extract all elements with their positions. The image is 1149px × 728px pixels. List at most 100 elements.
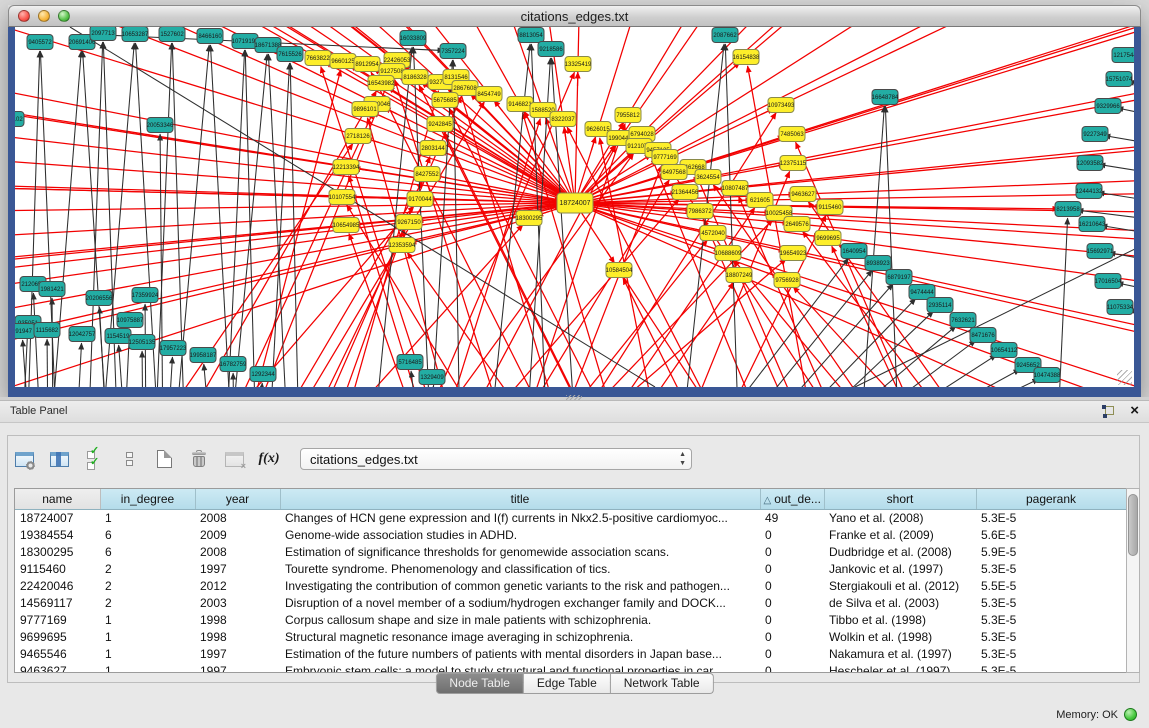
graph-node[interactable]: 7955812 xyxy=(615,108,641,123)
graph-node[interactable]: 9146821 xyxy=(507,97,533,112)
graph-node[interactable]: 10973493 xyxy=(768,98,795,113)
graph-node[interactable]: 10688609 xyxy=(715,246,742,261)
graph-node[interactable]: 8813054 xyxy=(518,28,544,43)
graph-node[interactable]: 12093582 xyxy=(1077,156,1104,171)
column-header-pagerank[interactable]: pagerank xyxy=(976,489,1126,509)
graph-node[interactable]: 9329966 xyxy=(1095,99,1121,114)
network-canvas[interactable]: 1872400718300295766382296601258912954224… xyxy=(15,27,1134,387)
graph-node[interactable]: 16154838 xyxy=(733,50,760,65)
column-chooser-icon[interactable] xyxy=(47,446,71,472)
graph-node[interactable]: 12353594 xyxy=(389,238,416,253)
column-header-name[interactable]: name xyxy=(15,489,100,509)
graph-node[interactable]: 12505135 xyxy=(129,335,156,350)
graph-node[interactable]: 1981421 xyxy=(39,282,65,297)
graph-node[interactable]: 9660125 xyxy=(330,54,356,69)
graph-node[interactable]: 2935114 xyxy=(927,298,953,313)
graph-node[interactable]: 15751074 xyxy=(1106,72,1133,87)
graph-node[interactable]: 7357224 xyxy=(440,44,466,59)
graph-node[interactable]: 391947 xyxy=(15,324,35,339)
graph-node[interactable]: 7615526 xyxy=(277,47,303,62)
graph-node[interactable]: 10474388 xyxy=(1034,368,1061,383)
table-row[interactable]: 977716911998Corpus callosum shape and si… xyxy=(15,611,1126,628)
tab-node-table[interactable]: Node Table xyxy=(435,673,524,694)
table-row[interactable]: 946554611997Estimation of the future num… xyxy=(15,645,1126,662)
graph-node[interactable]: 16543982 xyxy=(368,76,395,91)
column-header-short[interactable]: short xyxy=(824,489,976,509)
graph-node[interactable]: 8186328 xyxy=(402,70,428,85)
graph-node[interactable]: 10653287 xyxy=(122,27,149,42)
graph-node[interactable]: 6497568 xyxy=(661,165,687,180)
graph-node[interactable]: 11075334 xyxy=(1107,300,1134,315)
graph-node[interactable]: 19958187 xyxy=(190,348,217,363)
graph-node[interactable]: 15692971 xyxy=(1087,244,1114,259)
table-settings-icon[interactable] xyxy=(12,446,36,472)
graph-node[interactable]: 2053102 xyxy=(15,112,24,127)
graph-node[interactable]: 1640954 xyxy=(841,244,867,259)
graph-node[interactable]: 17957223 xyxy=(160,341,187,356)
graph-node[interactable]: 9756928 xyxy=(774,273,800,288)
graph-node[interactable]: 7663822 xyxy=(305,51,331,66)
table-row[interactable]: 2242004622012Investigating the contribut… xyxy=(15,577,1126,594)
graph-node[interactable]: 3624554 xyxy=(695,170,721,185)
table-row[interactable]: 1830029562008Estimation of significance … xyxy=(15,543,1126,560)
table-scrollbar-thumb[interactable] xyxy=(1128,494,1138,556)
graph-node[interactable]: 7986372 xyxy=(687,204,713,219)
graph-node[interactable]: 9405572 xyxy=(27,35,53,50)
new-table-icon[interactable] xyxy=(152,446,176,472)
graph-node[interactable]: 2803144 xyxy=(420,141,446,156)
function-builder-icon[interactable]: f(x) xyxy=(257,446,281,472)
graph-node[interactable]: 4572040 xyxy=(700,226,726,241)
graph-node[interactable]: 1527602 xyxy=(159,27,185,42)
column-header-in_degree[interactable]: in_degree xyxy=(100,489,195,509)
table-row[interactable]: 911546021997Tourette syndrome. Phenomeno… xyxy=(15,560,1126,577)
graph-node[interactable]: 8938923 xyxy=(865,256,891,271)
graph-node[interactable]: 2649576 xyxy=(784,217,810,232)
column-header-year[interactable]: year xyxy=(195,489,280,509)
graph-node[interactable]: 18300295 xyxy=(516,211,543,226)
graph-node[interactable]: 13325419 xyxy=(565,57,592,72)
graph-node[interactable]: 9267150 xyxy=(396,215,422,230)
graph-node[interactable]: 1292344 xyxy=(250,367,276,382)
graph-node[interactable]: 8912954 xyxy=(354,57,380,72)
graph-node[interactable]: 1154519 xyxy=(105,329,131,344)
graph-node[interactable]: 10975887 xyxy=(117,313,144,328)
graph-node[interactable]: 1217544 xyxy=(1112,48,1134,63)
graph-node[interactable]: 10654112 xyxy=(991,343,1018,358)
graph-node[interactable]: 17359924 xyxy=(132,288,159,303)
graph-node[interactable]: 2097713 xyxy=(90,27,116,41)
close-panel-icon[interactable]: × xyxy=(1130,404,1139,418)
table-selector-dropdown[interactable]: citations_edges.txt ▲▼ xyxy=(300,448,692,470)
graph-node[interactable]: 8427552 xyxy=(414,167,440,182)
graph-node[interactable]: 12213394 xyxy=(333,160,360,175)
graph-node[interactable]: 21364456 xyxy=(672,185,699,200)
graph-node[interactable]: 9699695 xyxy=(815,231,841,246)
graph-node[interactable]: 10584504 xyxy=(606,263,633,278)
graph-node[interactable]: 12042757 xyxy=(69,327,96,342)
import-table-icon[interactable]: × xyxy=(222,446,246,472)
graph-node[interactable]: 16033809 xyxy=(400,31,427,46)
graph-node[interactable]: 8466160 xyxy=(197,29,223,44)
graph-node[interactable]: 2087662 xyxy=(712,28,738,43)
tab-network-table[interactable]: Network Table xyxy=(611,673,714,694)
tab-edge-table[interactable]: Edge Table xyxy=(524,673,611,694)
graph-node[interactable]: 1115682 xyxy=(34,323,60,338)
graph-node[interactable]: 20206556 xyxy=(86,291,113,306)
graph-node[interactable]: 16782759 xyxy=(220,357,247,372)
graph-node[interactable]: 5716485 xyxy=(397,355,423,370)
graph-node[interactable]: 18724007 xyxy=(557,193,593,213)
resize-grip-icon[interactable] xyxy=(1117,370,1132,385)
graph-node[interactable]: 7632621 xyxy=(950,313,976,328)
graph-node[interactable]: 2718126 xyxy=(345,129,371,144)
graph-node[interactable]: 9218586 xyxy=(538,42,564,57)
graph-node[interactable]: 9170044 xyxy=(407,192,433,207)
table-row[interactable]: 969969511998Structural magnetic resonanc… xyxy=(15,628,1126,645)
graph-node[interactable]: 9463627 xyxy=(790,187,816,202)
column-header-out_degree[interactable]: △out_de... xyxy=(760,489,824,509)
graph-node[interactable]: 8454749 xyxy=(476,87,502,102)
graph-node[interactable]: 20053346 xyxy=(147,118,174,133)
table-row[interactable]: 946362711997Embryonic stem cells: a mode… xyxy=(15,662,1126,673)
column-header-title[interactable]: title xyxy=(280,489,760,509)
graph-node[interactable]: 9896101 xyxy=(352,102,378,117)
graph-node[interactable]: 5675685 xyxy=(432,93,458,108)
delete-table-icon[interactable] xyxy=(187,446,211,472)
